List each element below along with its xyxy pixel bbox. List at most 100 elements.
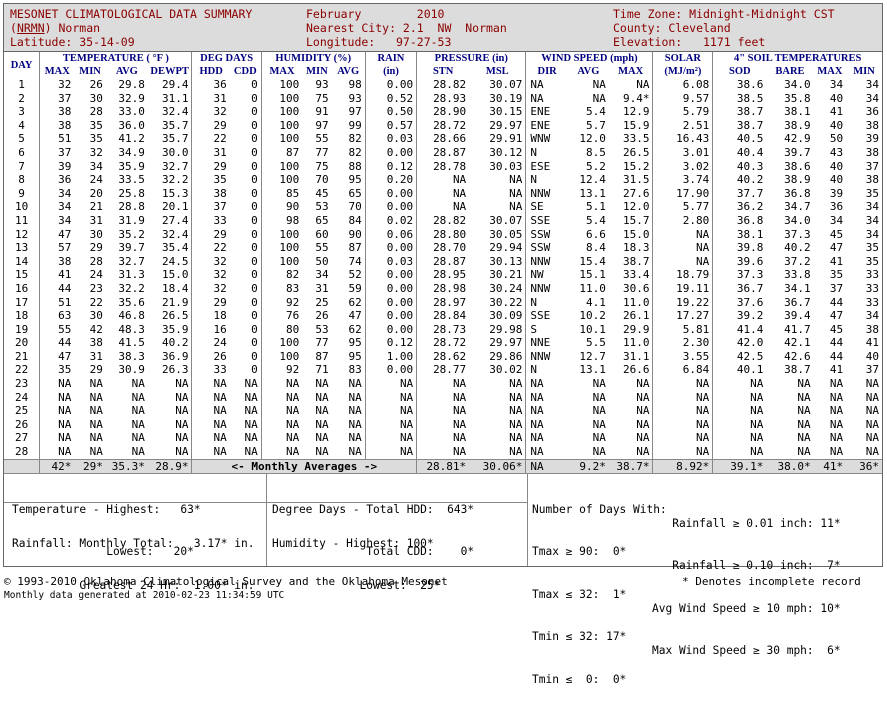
data-cell: 38 [191, 186, 230, 201]
data-cell: 36.7 [712, 281, 767, 296]
data-cell: 40.4 [712, 145, 767, 160]
data-cell: 15.7 [622, 213, 650, 227]
data-cell: 34.7 [784, 200, 811, 214]
data-cell: NA [829, 417, 844, 431]
data-cell: 15.9 [622, 118, 650, 132]
data-cell: NA [89, 431, 103, 445]
data-cell: 28.82 [416, 78, 470, 92]
data-cell: 100 [260, 91, 303, 106]
data-cell: N [525, 173, 568, 187]
data-cell: 13.1 [579, 186, 606, 200]
data-cell: 65 [315, 213, 329, 227]
data-cell: NNW [525, 281, 568, 296]
data-cell: N [525, 145, 568, 160]
data-cell: 0.00 [364, 268, 417, 282]
data-cell: 33 [865, 268, 879, 282]
data-cell: 15.4 [579, 254, 606, 268]
data-cell: 20 [89, 186, 103, 200]
data-cell: 71 [315, 363, 329, 377]
data-cell: 47 [348, 309, 362, 323]
data-cell: 40.3 [712, 159, 767, 174]
table-row: 27 NA NA NA NA NA NA NA NA NA NA NA NA NA NA NA NA NA NA NA… [4, 431, 882, 446]
data-cell: 82 [260, 268, 303, 282]
data-cell: 28.66 [416, 132, 470, 146]
col-degdays: DEG DAYS [191, 52, 262, 65]
data-cell: NA [315, 445, 329, 459]
data-cell: NA [865, 390, 879, 404]
avg-dewpt: 28.9* [147, 458, 192, 474]
data-cell: 60 [315, 227, 329, 241]
data-cell: 35 [865, 241, 879, 255]
data-cell: 28.73 [416, 322, 470, 337]
data-cell: 2.51 [652, 118, 713, 133]
data-cell: 35 [865, 186, 879, 200]
data-cell: 22 [191, 132, 230, 146]
sub-soil-bare: BARE [766, 65, 814, 78]
data-cell: 76 [260, 309, 303, 323]
data-cell: 36.0 [118, 118, 145, 132]
data-cell: 31.1 [622, 349, 650, 363]
data-cell: NA [652, 377, 713, 391]
data-cell: NA [509, 377, 523, 391]
data-cell: 0.06 [364, 227, 417, 242]
data-cell: 11.0 [579, 281, 606, 295]
day-cell: 8 [18, 173, 25, 187]
data-cell: 53 [315, 322, 329, 336]
avg-tavg: 35.3* [105, 458, 148, 474]
data-cell: 24 [89, 268, 103, 282]
data-cell: 35.9 [118, 159, 145, 173]
data-cell: 37 [865, 159, 879, 173]
data-cell: 34 [829, 213, 844, 227]
data-cell: 6.6 [585, 227, 606, 241]
data-cell: NA [131, 377, 145, 391]
data-cell: 50 [829, 132, 844, 146]
day-cell: 26 [14, 417, 29, 431]
data-cell: 36.2 [712, 200, 767, 214]
data-cell: NA [175, 377, 189, 391]
data-cell: 29 [191, 118, 230, 133]
table-row: 28 NA NA NA NA NA NA NA NA NA NA NA NA NA NA NA NA NA NA NA… [4, 445, 882, 460]
data-cell: NNW [525, 349, 568, 364]
station-code-link[interactable]: NRMN [17, 21, 45, 35]
data-cell: 0.02 [364, 213, 417, 228]
data-cell: 5.2 [585, 159, 606, 173]
data-cell: 65 [348, 186, 362, 200]
data-cell: 0 [251, 281, 258, 295]
data-cell: 47 [39, 349, 75, 364]
day-cell: 4 [18, 118, 25, 132]
data-cell: NA [592, 404, 606, 418]
table-row: 4 38 35 36.0 35.7 29 0 100 97 99 0.57 28.72 29.97 ENE… [4, 118, 882, 133]
data-cell: 35.7 [161, 118, 189, 132]
data-cell: 30.0 [161, 145, 189, 159]
day-cell: 28 [14, 445, 29, 459]
data-cell: 38 [89, 336, 103, 350]
data-cell: 45 [315, 186, 329, 200]
data-cell: 0.12 [364, 159, 417, 174]
days-wind-max-30: Max Wind Speed ≥ 30 mph: 6* [652, 644, 841, 658]
data-cell: 18.3 [622, 241, 650, 255]
days-tmax-90: Tmax ≥ 90: 0* [532, 545, 627, 559]
data-cell: 3.01 [652, 145, 713, 160]
sub-stn: STN [416, 65, 470, 78]
data-cell: 77 [315, 336, 329, 350]
table-row: 2 37 30 32.9 31.1 31 0 100 75 93 0.52 28.93 30.19 NA N… [4, 91, 882, 106]
data-cell: NNE [525, 336, 568, 350]
data-cell: 95 [348, 349, 362, 363]
days-tmax-32: Tmax ≤ 32: 1* [532, 587, 627, 601]
data-cell: NA [348, 445, 362, 459]
nearest-city: Nearest City: 2.1 NW Norman [306, 21, 507, 35]
table-row: 7 39 34 35.9 32.7 29 0 100 75 88 0.12 28.78 30.03 ESE… [4, 159, 882, 174]
table-row: 16 44 23 32.2 18.4 32 0 83 31 59 0.00 28.98 30.24 NNW… [4, 281, 882, 296]
data-cell: 32 [89, 145, 103, 159]
data-cell: 34 [865, 78, 879, 91]
data-cell: NA [416, 390, 470, 405]
data-cell: NA [191, 431, 230, 446]
data-cell: 41.5 [118, 336, 145, 350]
data-cell: 0.00 [364, 322, 417, 337]
data-cell: 95 [348, 173, 362, 187]
avg-wind-avg: 9.2* [567, 458, 609, 474]
data-cell: 42.0 [712, 336, 767, 350]
col-day: DAY [4, 52, 40, 78]
data-cell: 37.3 [712, 268, 767, 282]
data-cell: 34 [39, 213, 75, 228]
